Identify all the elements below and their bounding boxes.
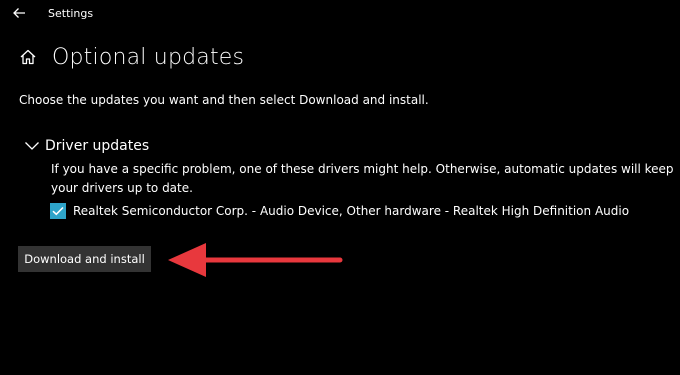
back-arrow-icon <box>13 8 25 18</box>
intro-text: Choose the updates you want and then sel… <box>19 93 429 107</box>
page-title: Optional updates <box>52 44 245 70</box>
driver-updates-toggle[interactable]: Driver updates <box>24 135 149 157</box>
driver-item: Realtek Semiconductor Corp. - Audio Devi… <box>50 202 629 220</box>
home-icon <box>20 49 36 65</box>
window-title: Settings <box>48 7 94 20</box>
driver-updates-heading: Driver updates <box>45 138 150 154</box>
download-and-install-button[interactable]: Download and install <box>18 246 151 272</box>
driver-item-label: Realtek Semiconductor Corp. - Audio Devi… <box>73 204 630 218</box>
checkmark-icon <box>52 206 64 216</box>
driver-updates-description: If you have a specific problem, one of t… <box>51 162 674 195</box>
title-bar: Settings <box>0 0 680 30</box>
home-button[interactable] <box>18 47 38 67</box>
red-arrow-annotation <box>168 243 343 277</box>
driver-checkbox[interactable] <box>50 203 66 219</box>
page-header: Optional updates <box>18 40 244 74</box>
chevron-down-icon <box>24 140 40 152</box>
back-button[interactable] <box>8 2 30 24</box>
